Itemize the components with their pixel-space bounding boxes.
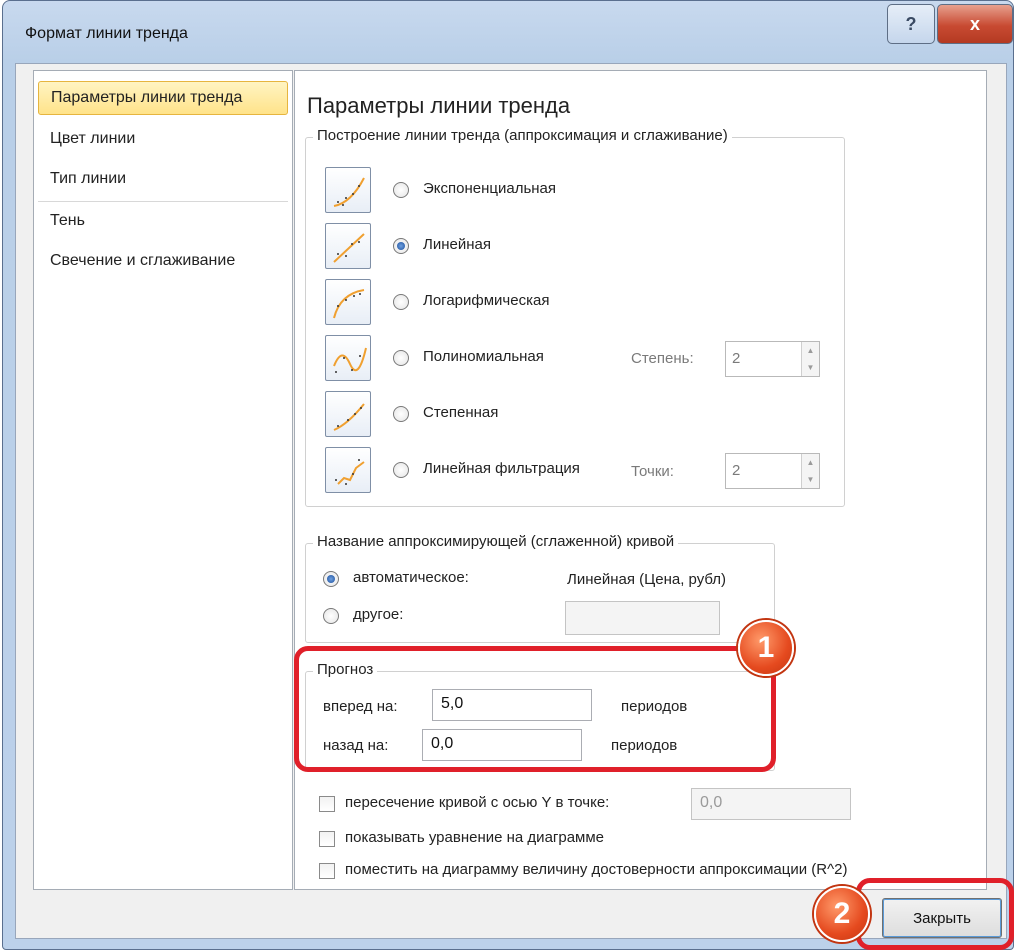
step-badge-2: 2 bbox=[814, 886, 870, 942]
radio-name-custom[interactable] bbox=[323, 608, 339, 624]
radio-logarithmic[interactable] bbox=[393, 294, 409, 310]
points-spinner-arrows[interactable]: ▲ ▼ bbox=[801, 454, 819, 488]
label-name-automatic: автоматическое: bbox=[353, 569, 469, 586]
checkbox-show-equation[interactable] bbox=[319, 831, 335, 847]
label-logarithmic: Логарифмическая bbox=[423, 292, 550, 309]
automatic-name-value: Линейная (Цена, рубл) bbox=[567, 571, 727, 588]
curve-name-group-label: Название аппроксимирующей (сглаженной) к… bbox=[313, 533, 679, 550]
label-linear: Линейная bbox=[423, 236, 491, 253]
radio-name-automatic[interactable] bbox=[323, 571, 339, 587]
chevron-down-icon[interactable]: ▼ bbox=[802, 359, 819, 376]
close-icon: x bbox=[969, 13, 980, 34]
nav-separator bbox=[38, 201, 288, 202]
window-close-button[interactable]: x bbox=[937, 4, 1013, 44]
nav-item-line-color[interactable]: Цвет линии bbox=[38, 123, 288, 157]
close-button-highlight-frame bbox=[856, 878, 1014, 950]
dialog-client-area: Параметры линии тренда Цвет линии Тип ли… bbox=[15, 63, 1007, 939]
trend-type-group bbox=[305, 137, 845, 507]
radio-exponential[interactable] bbox=[393, 182, 409, 198]
label-intercept: пересечение кривой с осью Y в точке: bbox=[345, 794, 610, 811]
polynomial-trend-icon bbox=[325, 335, 371, 381]
nav-item-label: Параметры линии тренда bbox=[51, 89, 243, 106]
radio-moving-average[interactable] bbox=[393, 462, 409, 478]
panel-title: Параметры линии тренда bbox=[307, 93, 571, 118]
chevron-down-icon[interactable]: ▼ bbox=[802, 471, 819, 488]
nav-item-trendline-options[interactable]: Параметры линии тренда bbox=[38, 81, 288, 115]
logarithmic-trend-icon bbox=[325, 279, 371, 325]
checkbox-intercept[interactable] bbox=[319, 796, 335, 812]
degree-spinner[interactable]: 2 ▲ ▼ bbox=[725, 341, 820, 377]
points-value: 2 bbox=[732, 462, 741, 479]
label-degree: Степень: bbox=[631, 350, 694, 367]
help-button[interactable]: ? bbox=[887, 4, 935, 44]
custom-name-input[interactable] bbox=[565, 601, 720, 635]
label-exponential: Экспоненциальная bbox=[423, 180, 557, 197]
chevron-up-icon[interactable]: ▲ bbox=[802, 342, 819, 359]
label-points: Точки: bbox=[631, 463, 674, 480]
help-icon: ? bbox=[905, 13, 917, 34]
label-polynomial: Полиномиальная bbox=[423, 348, 544, 365]
exponential-trend-icon bbox=[325, 167, 371, 213]
trend-type-group-label: Построение линии тренда (аппроксимация и… bbox=[313, 127, 732, 144]
nav-item-label: Тень bbox=[50, 212, 85, 229]
radio-power[interactable] bbox=[393, 406, 409, 422]
label-name-custom: другое: bbox=[353, 606, 404, 623]
label-power: Степенная bbox=[423, 404, 499, 421]
category-list: Параметры линии тренда Цвет линии Тип ли… bbox=[33, 70, 293, 890]
points-spinner[interactable]: 2 ▲ ▼ bbox=[725, 453, 820, 489]
dialog-window: Формат линии тренда ? x Параметры линии … bbox=[2, 0, 1014, 950]
radio-polynomial[interactable] bbox=[393, 350, 409, 366]
nav-item-shadow[interactable]: Тень bbox=[38, 205, 288, 239]
linear-trend-icon bbox=[325, 223, 371, 269]
degree-value: 2 bbox=[732, 350, 741, 367]
forecast-highlight-frame bbox=[294, 646, 776, 772]
moving-average-trend-icon bbox=[325, 447, 371, 493]
chevron-up-icon[interactable]: ▲ bbox=[802, 454, 819, 471]
intercept-input[interactable]: 0,0 bbox=[691, 788, 851, 820]
label-moving-average: Линейная фильтрация bbox=[423, 460, 580, 477]
label-show-equation: показывать уравнение на диаграмме bbox=[345, 829, 605, 846]
label-show-r-squared: поместить на диаграмму величину достовер… bbox=[345, 861, 848, 878]
nav-item-label: Цвет линии bbox=[50, 130, 136, 147]
window-title: Формат линии тренда bbox=[25, 25, 188, 42]
nav-item-label: Тип линии bbox=[50, 170, 127, 187]
degree-spinner-arrows[interactable]: ▲ ▼ bbox=[801, 342, 819, 376]
nav-item-glow-soft-edges[interactable]: Свечение и сглаживание bbox=[38, 245, 288, 279]
checkbox-show-r-squared[interactable] bbox=[319, 863, 335, 879]
nav-item-line-style[interactable]: Тип линии bbox=[38, 163, 288, 197]
step-badge-1: 1 bbox=[738, 620, 794, 676]
power-trend-icon bbox=[325, 391, 371, 437]
nav-item-label: Свечение и сглаживание bbox=[50, 252, 236, 269]
radio-linear[interactable] bbox=[393, 238, 409, 254]
